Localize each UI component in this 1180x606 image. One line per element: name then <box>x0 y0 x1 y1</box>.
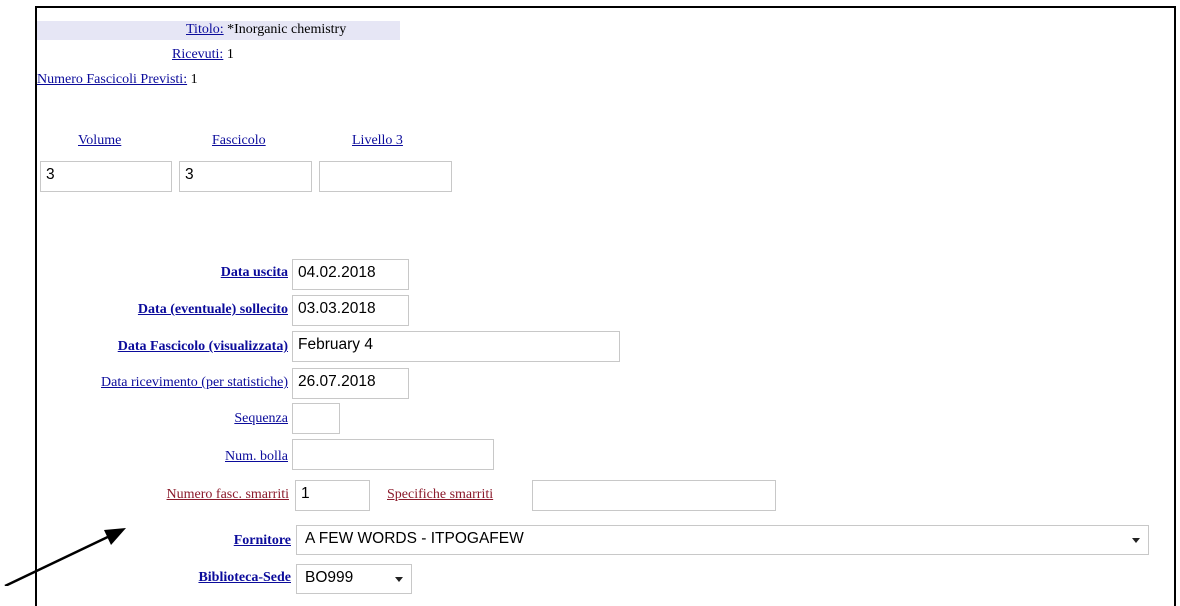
fornitore-selected-value: A FEW WORDS - ITPOGAFEW <box>305 530 524 547</box>
title-link[interactable]: Titolo: <box>186 22 224 37</box>
received-value: 1 <box>226 47 234 62</box>
smarriti-link[interactable]: Numero fasc. smarriti <box>167 487 289 503</box>
data-fascicolo-link[interactable]: Data Fascicolo (visualizzata) <box>118 339 288 355</box>
data-ricevimento-input[interactable]: 26.07.2018 <box>292 368 409 399</box>
smarriti-input[interactable]: 1 <box>295 480 370 511</box>
data-fascicolo-input[interactable]: February 4 <box>292 331 620 362</box>
fascicolo-link[interactable]: Fascicolo <box>212 133 266 149</box>
fornitore-select[interactable]: A FEW WORDS - ITPOGAFEW <box>296 525 1149 555</box>
volume-link[interactable]: Volume <box>78 133 121 149</box>
expected-link[interactable]: Numero Fascicoli Previsti: <box>37 72 187 87</box>
data-sollecito-link[interactable]: Data (eventuale) sollecito <box>138 302 288 318</box>
received-link[interactable]: Ricevuti: <box>172 47 223 62</box>
biblioteca-select[interactable]: BO999 <box>296 564 412 594</box>
expected-value: 1 <box>190 72 198 87</box>
volume-input[interactable]: 3 <box>40 161 172 192</box>
livello-input[interactable] <box>319 161 452 192</box>
biblioteca-selected-value: BO999 <box>305 569 354 586</box>
fascicolo-input[interactable]: 3 <box>179 161 312 192</box>
fornitore-link[interactable]: Fornitore <box>234 533 291 549</box>
data-uscita-link[interactable]: Data uscita <box>221 265 288 281</box>
specifiche-input[interactable] <box>532 480 776 511</box>
chevron-down-icon <box>395 577 403 582</box>
expected-row: Numero Fascicoli Previsti: 1 <box>37 72 198 88</box>
received-row: Ricevuti: 1 <box>172 47 234 63</box>
chevron-down-icon <box>1132 538 1140 543</box>
specifiche-link[interactable]: Specifiche smarriti <box>387 487 493 503</box>
num-bolla-link[interactable]: Num. bolla <box>225 449 288 465</box>
title-row: Titolo: *Inorganic chemistry <box>186 22 346 38</box>
data-sollecito-input[interactable]: 03.03.2018 <box>292 295 409 326</box>
data-uscita-input[interactable]: 04.02.2018 <box>292 259 409 290</box>
data-ricevimento-link[interactable]: Data ricevimento (per statistiche) <box>101 375 288 391</box>
livello-link[interactable]: Livello 3 <box>352 133 403 149</box>
sequenza-input[interactable] <box>292 403 340 434</box>
sequenza-link[interactable]: Sequenza <box>234 411 288 427</box>
title-value: *Inorganic chemistry <box>227 22 347 37</box>
biblioteca-link[interactable]: Biblioteca-Sede <box>198 570 291 586</box>
num-bolla-input[interactable] <box>292 439 494 470</box>
